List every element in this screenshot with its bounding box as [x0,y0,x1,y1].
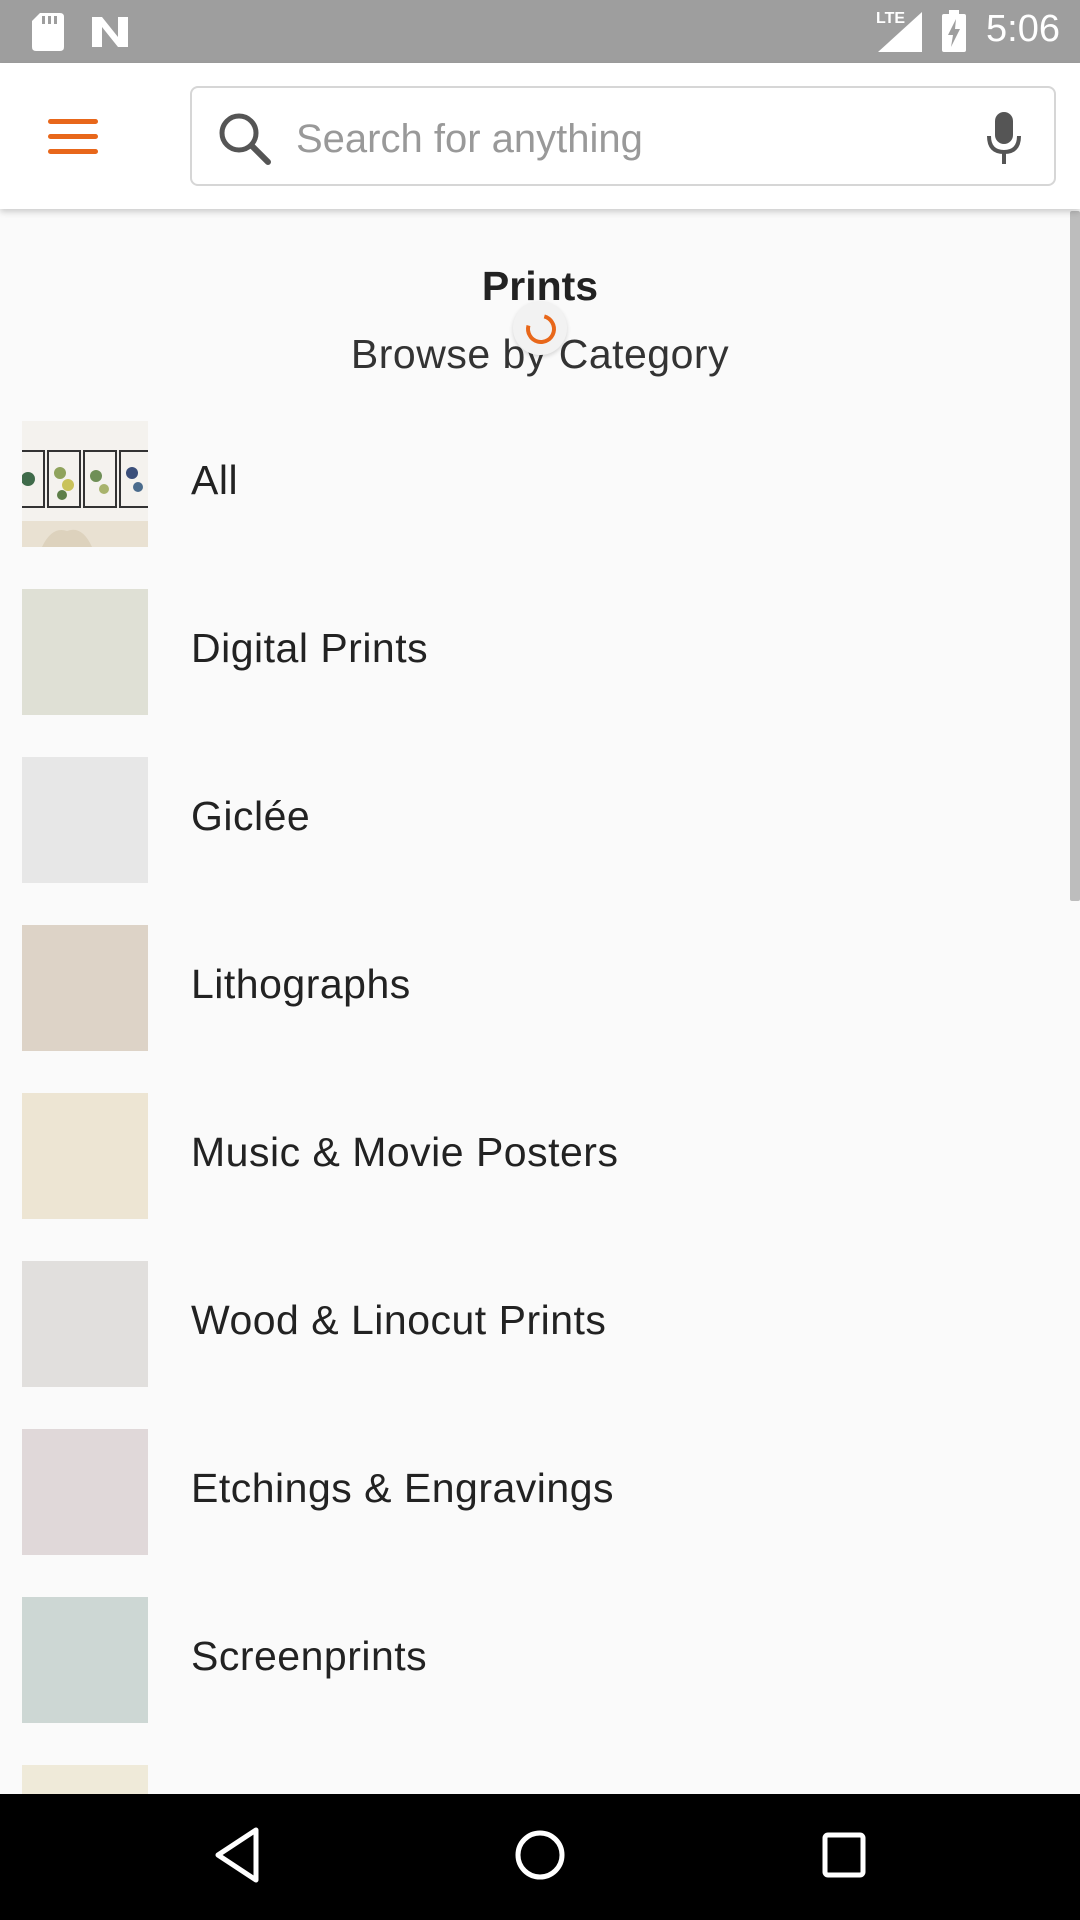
category-label: Digital Prints [191,625,429,671]
category-item-digital-prints[interactable]: Digital Prints [0,589,1068,715]
app-bar [0,63,1080,209]
loading-spinner-icon [513,301,567,355]
category-item-lithographs[interactable]: Lithographs [0,925,1068,1051]
category-item-music-movie-posters[interactable]: Music & Movie Posters [0,1093,1068,1219]
category-label: Lithographs [191,961,411,1007]
search-bar[interactable] [190,86,1056,186]
category-thumbnail [22,925,148,1051]
signal-icon [878,12,922,52]
category-item-all[interactable]: All [0,421,1068,547]
microphone-icon[interactable] [986,112,1022,166]
category-thumbnail [22,421,148,547]
search-input[interactable] [294,110,938,168]
category-item-giclee[interactable]: Giclée [0,757,1068,883]
category-page: Prints Browse by Category All Digital Pr… [0,209,1068,1794]
navigation-bar [0,1794,1080,1920]
category-label: Music & Movie Posters [191,1129,619,1175]
status-time: 5:06 [986,8,1060,50]
category-thumbnail [22,589,148,715]
category-item-wood-linocut-prints[interactable]: Wood & Linocut Prints [0,1261,1068,1387]
category-item-screenprints[interactable]: Screenprints [0,1597,1068,1723]
category-thumbnail [22,1261,148,1387]
category-item-partial[interactable] [0,1765,1068,1794]
category-label: Etchings & Engravings [191,1465,615,1511]
category-label: Wood & Linocut Prints [191,1297,607,1343]
scrollbar[interactable] [1070,211,1080,901]
category-label: Screenprints [191,1633,428,1679]
status-bar: LTE 5:06 [0,0,1080,63]
category-thumbnail [22,1093,148,1219]
recents-square-icon[interactable] [820,1824,868,1886]
category-label: All [191,457,239,503]
category-thumbnail [22,1429,148,1555]
search-icon [219,113,271,165]
hamburger-menu-icon[interactable] [28,93,118,179]
sd-card-icon [32,13,64,51]
category-thumbnail [22,757,148,883]
n-notification-icon [92,17,128,47]
category-item-etchings-engravings[interactable]: Etchings & Engravings [0,1429,1068,1555]
back-triangle-icon[interactable] [212,1824,262,1886]
category-thumbnail [22,1765,148,1794]
category-label: Giclée [191,793,311,839]
home-circle-icon[interactable] [514,1824,566,1886]
category-thumbnail [22,1597,148,1723]
battery-charging-icon [942,10,966,52]
